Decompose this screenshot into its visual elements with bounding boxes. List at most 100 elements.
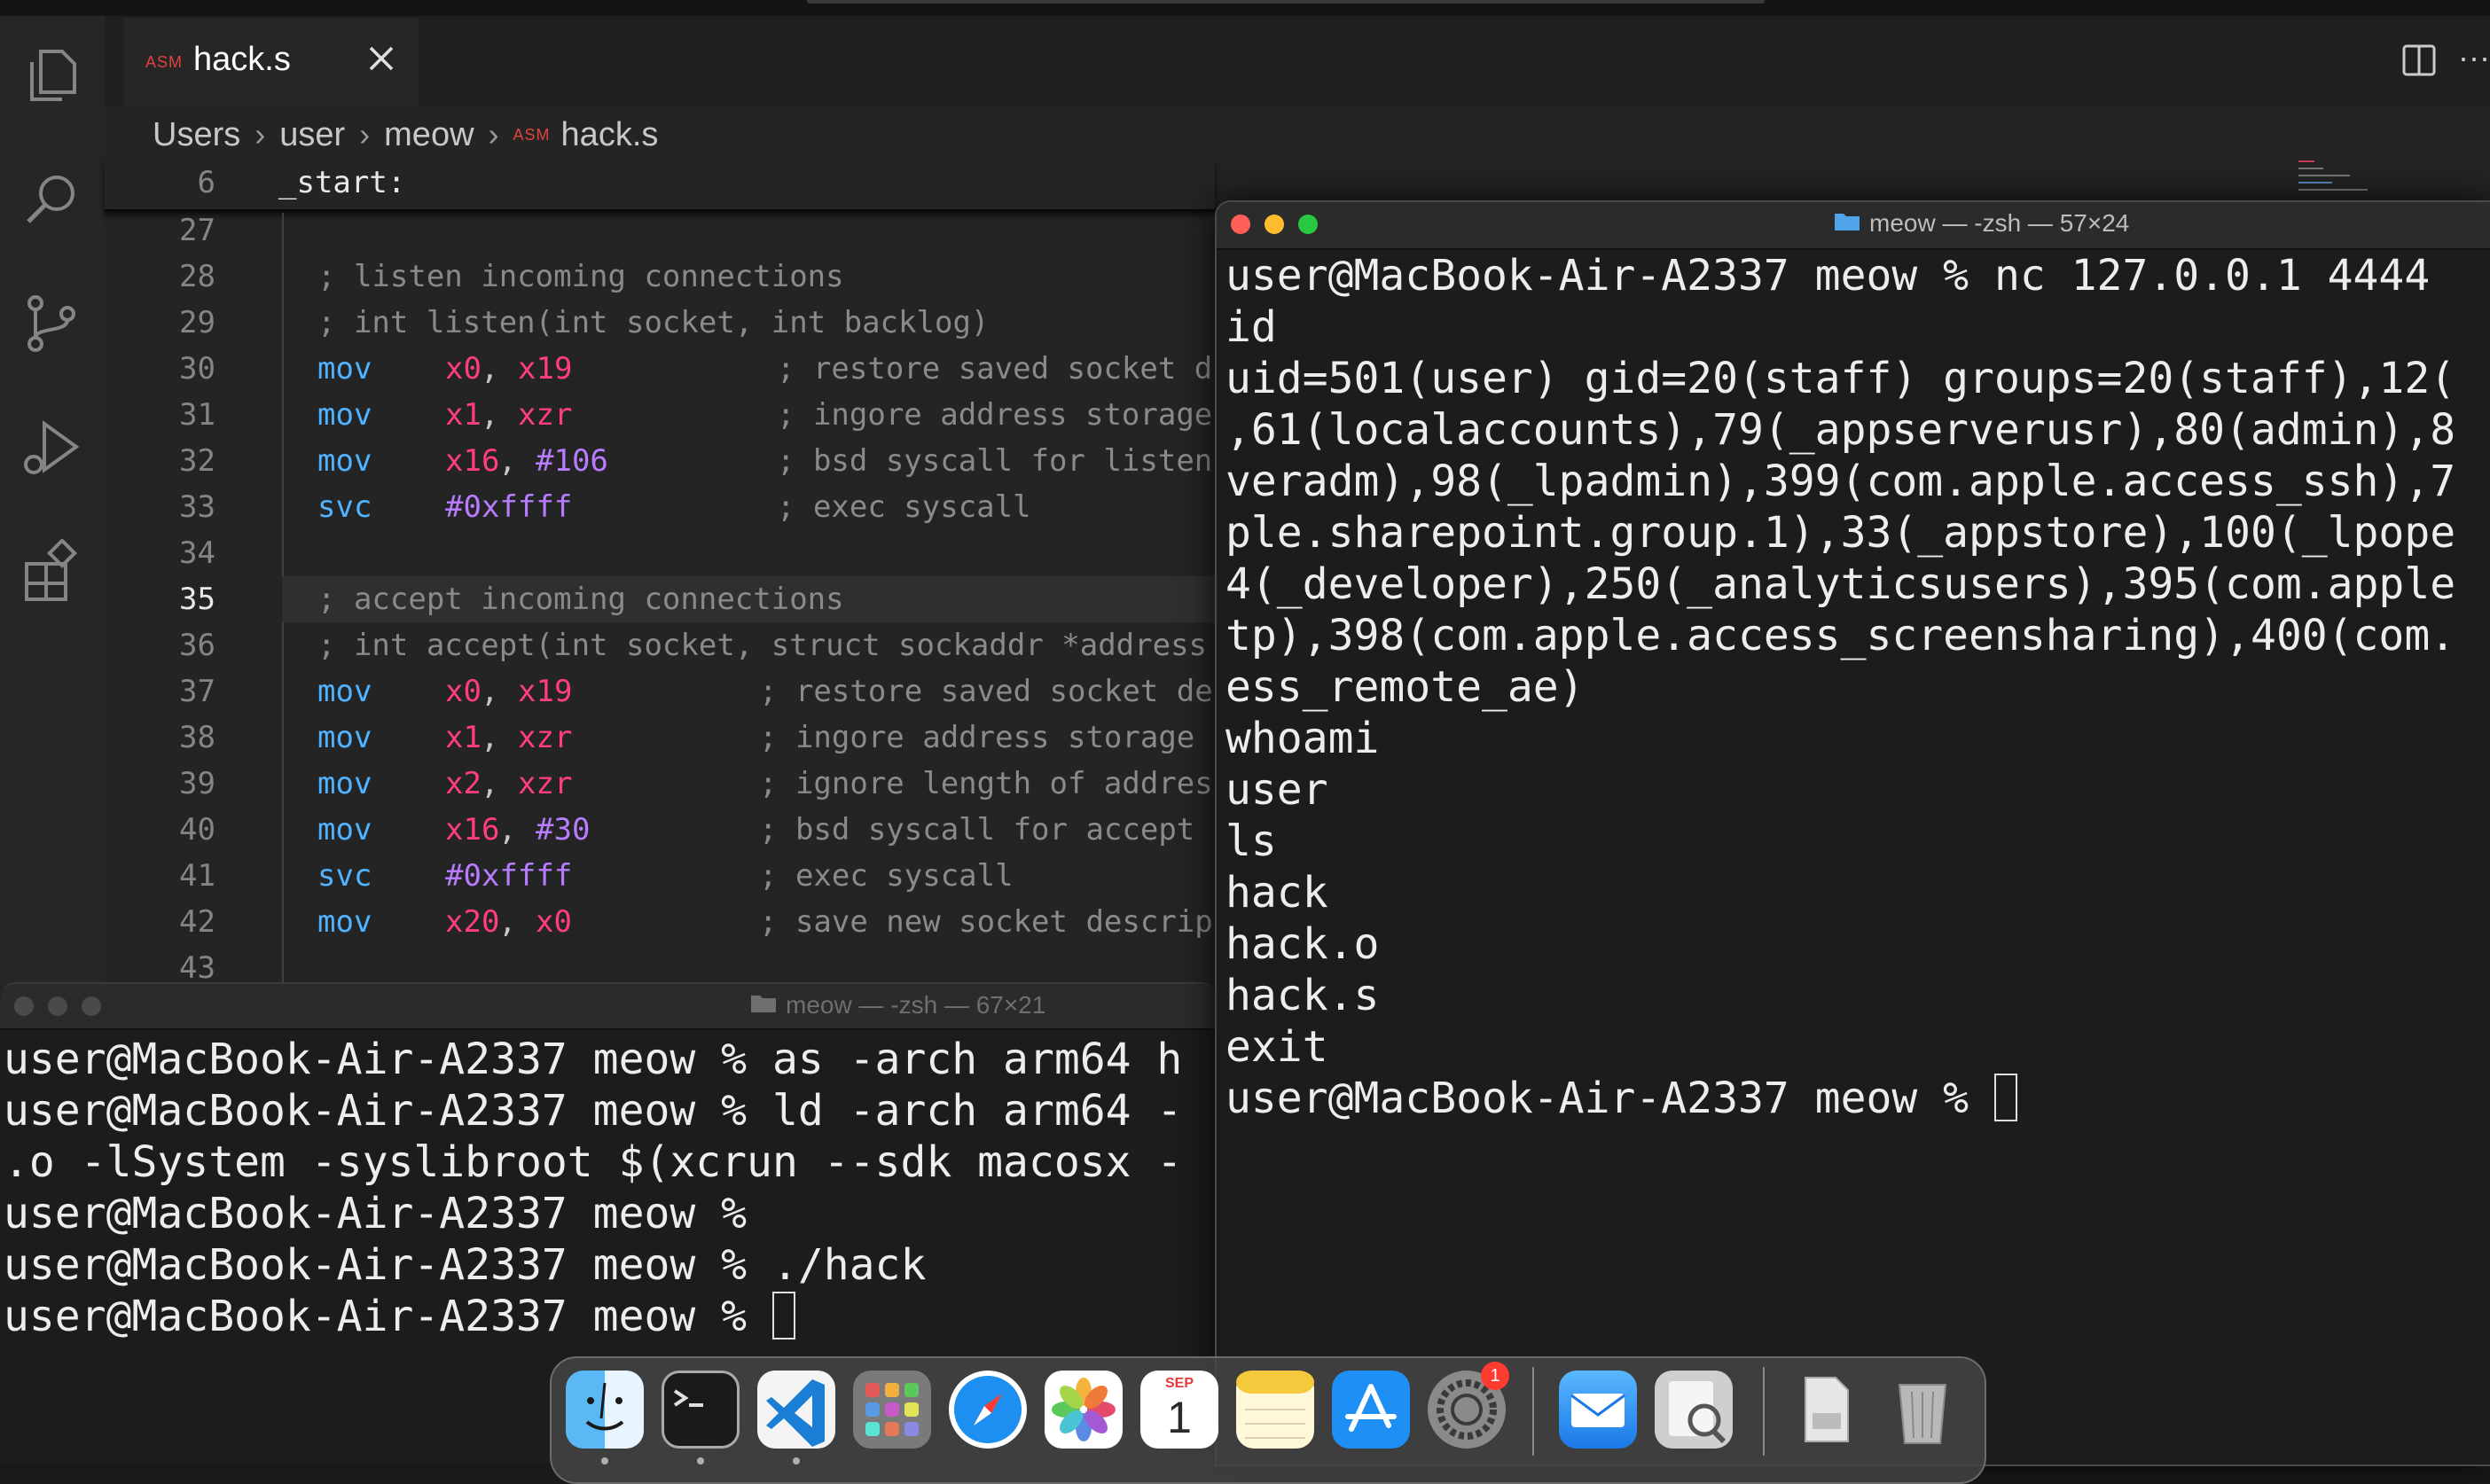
code-op: mov (317, 674, 372, 709)
line-number: 6 (197, 165, 215, 200)
code-op: mov (317, 397, 372, 433)
terminal-titlebar[interactable]: meow — -zsh — 67×21 (0, 984, 1217, 1030)
line-number: 34 (179, 535, 215, 571)
mail-icon[interactable] (1559, 1371, 1637, 1449)
terminal-line: whoami (1225, 714, 1380, 763)
app-store-icon[interactable] (1332, 1371, 1410, 1449)
tab-bar (105, 16, 2490, 106)
source-control-icon[interactable] (20, 291, 85, 356)
code-comma: , (481, 674, 499, 709)
code-comment: ; bsd syscall for accept (759, 812, 1195, 847)
chevron-right-icon: › (488, 116, 499, 152)
preview-icon[interactable] (1655, 1371, 1733, 1449)
code-op: mov (317, 766, 372, 801)
trash-icon[interactable] (1883, 1371, 1961, 1449)
terminal-window-right[interactable]: meow — -zsh — 57×24 user@MacBook-Air-A23… (1215, 200, 2490, 1466)
close-window-button[interactable] (1231, 215, 1250, 234)
code-reg: x0 (536, 904, 572, 940)
launchpad-icon[interactable] (853, 1371, 931, 1449)
extensions-icon[interactable] (20, 538, 85, 605)
breadcrumb-user[interactable]: user (279, 116, 345, 154)
terminal-app-icon[interactable] (662, 1371, 740, 1449)
documents-stack-icon[interactable] (1788, 1371, 1866, 1449)
split-editor-icon[interactable] (2401, 43, 2437, 78)
terminal-line: hack (1225, 868, 1328, 918)
code-reg: xzr (518, 766, 573, 801)
notification-badge: 1 (1481, 1362, 1509, 1390)
terminal-line: user@MacBook-Air-A2337 meow % nc 127.0.0… (1225, 251, 2431, 301)
terminal-line: ess_remote_ae) (1225, 662, 1585, 712)
code-reg: x1 (445, 720, 482, 755)
chevron-right-icon: › (359, 116, 371, 152)
code-op: mov (317, 904, 372, 940)
code-comment: ; exec syscall (777, 489, 1031, 525)
terminal-prompt[interactable]: user@MacBook-Air-A2337 meow % (1225, 1073, 2017, 1124)
code-comma: , (481, 397, 499, 433)
vscode-app-icon[interactable] (757, 1371, 835, 1449)
close-icon[interactable] (364, 41, 399, 76)
minimap[interactable] (2297, 156, 2376, 200)
more-actions-icon[interactable]: ··· (2458, 39, 2490, 76)
line-number: 39 (179, 766, 215, 801)
code-imm: #0xffff (445, 489, 573, 525)
close-window-button[interactable] (14, 996, 34, 1016)
code-reg: x16 (445, 812, 500, 847)
code-op: mov (317, 720, 372, 755)
zoom-window-button[interactable] (1298, 215, 1318, 234)
search-icon[interactable] (20, 167, 85, 232)
code-reg: x19 (518, 351, 573, 387)
sticky-scroll: 6 _start: (105, 160, 1215, 212)
code-comma: , (481, 766, 499, 801)
running-indicator (601, 1457, 608, 1464)
terminal-prompt[interactable]: user@MacBook-Air-A2337 meow % (4, 1291, 795, 1342)
code-reg: x0 (445, 674, 482, 709)
terminal-line: exit (1225, 1022, 1328, 1072)
line-number: 40 (179, 812, 215, 847)
line-number: 31 (179, 397, 215, 433)
breadcrumb-file[interactable]: hack.s (561, 116, 659, 154)
finder-icon[interactable] (566, 1371, 644, 1449)
code-reg: x20 (445, 904, 500, 940)
code-op: mov (317, 443, 372, 479)
code-op: svc (317, 489, 372, 525)
code-imm: #30 (536, 812, 591, 847)
zoom-window-button[interactable] (82, 996, 101, 1016)
calendar-day: 1 (1167, 1393, 1192, 1442)
breadcrumb-meow[interactable]: meow (384, 116, 474, 154)
line-number: 42 (179, 904, 215, 940)
run-debug-icon[interactable] (20, 415, 85, 480)
terminal-titlebar[interactable]: meow — -zsh — 57×24 (1217, 202, 2490, 250)
code-reg: xzr (518, 397, 573, 433)
code-comma: , (481, 351, 499, 387)
notes-icon[interactable] (1236, 1371, 1314, 1449)
line-number: 36 (179, 628, 215, 663)
folder-icon (750, 991, 777, 1019)
activity-bar (0, 16, 105, 991)
tab-hack-s[interactable]: ASM hack.s (124, 18, 419, 106)
code-op: svc (317, 858, 372, 894)
dock-separator (1532, 1367, 1534, 1456)
code-op: mov (317, 812, 372, 847)
terminal-line: 4(_developer),250(_analyticsusers),395(c… (1225, 559, 2456, 609)
calendar-month: SEP (1164, 1376, 1194, 1391)
terminal-line: user@MacBook-Air-A2337 meow % ./hack (4, 1240, 927, 1290)
terminal-line: hack.s (1225, 971, 1380, 1020)
code-comment: ; accept incoming connections (317, 582, 844, 617)
calendar-icon[interactable]: SEP 1 (1140, 1371, 1218, 1449)
text-cursor (1993, 1074, 2017, 1121)
line-number: 33 (179, 489, 215, 525)
folder-icon (1834, 209, 1860, 238)
safari-icon[interactable] (949, 1371, 1027, 1449)
line-number: 32 (179, 443, 215, 479)
minimize-window-button[interactable] (1265, 215, 1284, 234)
breadcrumb-users[interactable]: Users (153, 116, 240, 154)
terminal-line: .o -lSystem -syslibroot $(xcrun --sdk ma… (4, 1137, 1183, 1187)
running-indicator (697, 1457, 704, 1464)
code-comment: ; restore saved socket d (777, 351, 1213, 387)
photos-icon[interactable] (1045, 1371, 1123, 1449)
system-preferences-icon[interactable]: 1 (1428, 1362, 1509, 1449)
code-reg: x2 (445, 766, 482, 801)
minimize-window-button[interactable] (48, 996, 67, 1016)
explorer-icon[interactable] (20, 43, 85, 108)
line-number: 41 (179, 858, 215, 894)
